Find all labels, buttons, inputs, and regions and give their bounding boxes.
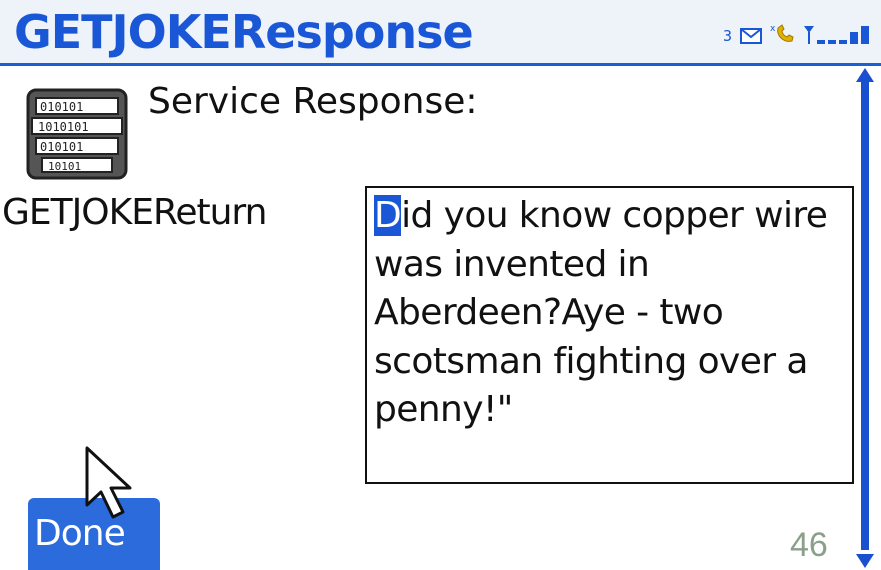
svg-text:010101: 010101 xyxy=(40,140,83,154)
svg-text:010101: 010101 xyxy=(40,100,83,114)
device-screen: GETJOKEResponse 3 x 010101 1010101 01010… xyxy=(0,0,881,570)
svg-text:10101: 10101 xyxy=(48,160,81,173)
slide-page-number: 46 xyxy=(790,526,828,564)
scroll-track[interactable] xyxy=(861,82,869,550)
web-service-icon: 010101 1010101 010101 10101 xyxy=(22,84,132,184)
title-bar: GETJOKEResponse 3 x xyxy=(0,0,881,66)
getjoke-return-value[interactable]: Did you know copper wire was invented in… xyxy=(365,186,854,484)
message-count: 3 xyxy=(722,27,732,45)
mouse-pointer-icon xyxy=(84,445,148,525)
svg-text:1010101: 1010101 xyxy=(38,120,89,134)
text-caret: D xyxy=(374,195,402,236)
field-value-text: id you know copper wire was invented in … xyxy=(374,195,828,430)
status-bar: 3 x xyxy=(723,18,869,44)
scroll-down-arrow-icon[interactable] xyxy=(856,554,874,568)
phone-icon: x xyxy=(770,22,796,44)
window-title: GETJOKEResponse xyxy=(14,5,474,59)
scroll-up-arrow-icon[interactable] xyxy=(856,68,874,82)
signal-strength-icon xyxy=(804,22,869,44)
vertical-scrollbar[interactable] xyxy=(854,64,876,570)
mail-icon xyxy=(740,28,762,44)
getjoke-return-label: GETJOKEReturn xyxy=(2,192,267,233)
service-response-heading: Service Response: xyxy=(148,81,478,122)
svg-text:x: x xyxy=(770,24,776,34)
